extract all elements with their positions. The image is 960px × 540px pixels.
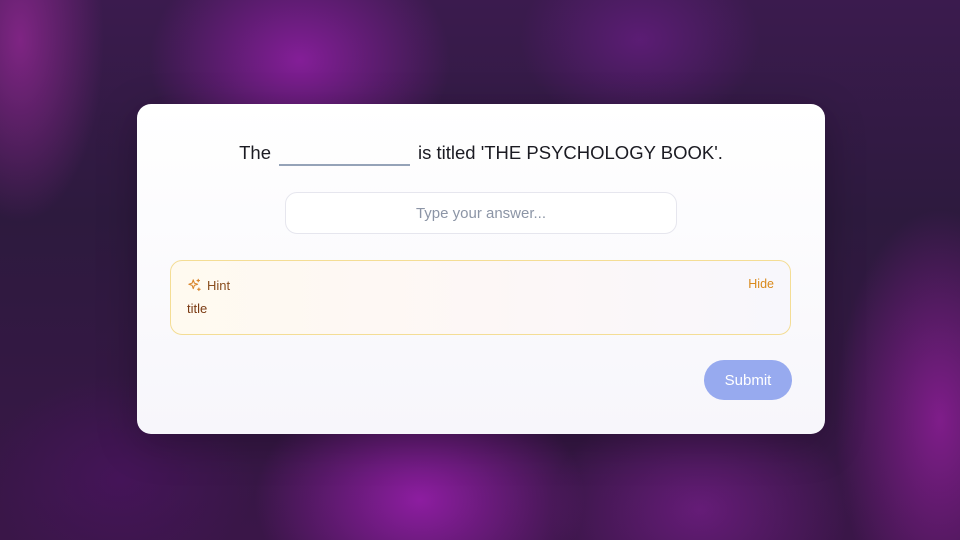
hide-hint-button[interactable]: Hide (748, 277, 774, 292)
submit-button[interactable]: Submit (704, 360, 792, 400)
quiz-card: The is titled 'THE PSYCHOLOGY BOOK'. Hint… (137, 104, 825, 434)
question-text-before: The (239, 142, 271, 163)
answer-input[interactable] (285, 192, 677, 234)
question-text-after: is titled 'THE PSYCHOLOGY BOOK'. (418, 142, 723, 163)
sparkles-icon (187, 278, 202, 293)
question-sentence: The is titled 'THE PSYCHOLOGY BOOK'. (137, 141, 825, 166)
hint-title: Hint (207, 278, 231, 293)
hint-text: title (187, 301, 208, 316)
answer-blank (279, 142, 410, 166)
hint-panel: Hint Hide title (170, 260, 791, 335)
